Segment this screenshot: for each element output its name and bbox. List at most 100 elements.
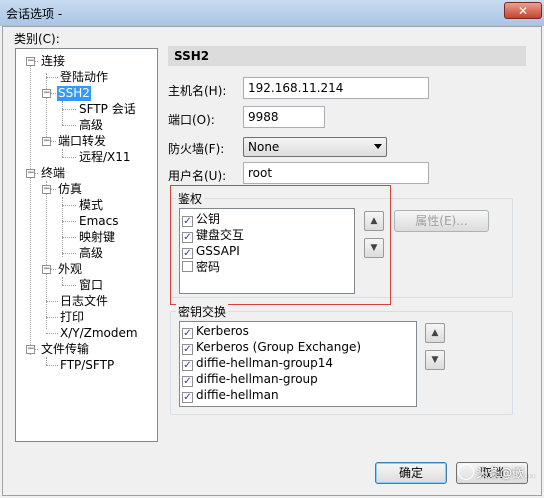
tree-item-login-actions[interactable]: 登陆动作 xyxy=(59,70,109,85)
tree-line xyxy=(62,285,76,286)
hostname-label: 主机名(H): xyxy=(168,84,227,98)
auth-list[interactable]: ✓ 公钥 ✓ 键盘交互 ✓ GSSAPI 密码 xyxy=(179,208,355,294)
collapse-icon[interactable]: − xyxy=(26,345,35,354)
tree-item-file-transfer[interactable]: 文件传输 xyxy=(40,342,90,357)
checkbox-checked[interactable]: ✓ xyxy=(182,328,193,339)
tree-line xyxy=(46,317,58,318)
collapse-icon[interactable]: − xyxy=(26,57,35,66)
tree-item-emulation-advanced[interactable]: 高级 xyxy=(78,246,104,261)
tree-item-ssh2[interactable]: SSH2 xyxy=(57,86,91,101)
collapse-icon[interactable]: − xyxy=(42,265,51,274)
tree-item-connection[interactable]: 连接 xyxy=(40,54,66,69)
checkbox-checked[interactable]: ✓ xyxy=(182,392,193,403)
auth-group-title: 鉴权 xyxy=(176,190,205,207)
tree-line xyxy=(62,149,63,157)
tree-item-modes[interactable]: 模式 xyxy=(78,198,104,213)
collapse-icon[interactable]: − xyxy=(42,137,51,146)
checkbox-unchecked[interactable] xyxy=(182,261,193,272)
list-item[interactable]: ✓ Kerberos (Group Exchange) xyxy=(182,339,361,355)
tree-line xyxy=(46,357,47,365)
list-item[interactable]: ✓ 公钥 xyxy=(182,211,220,227)
list-item[interactable]: ✓ diffie-hellman-group xyxy=(182,371,318,387)
tree-item-sftp-session[interactable]: SFTP 会话 xyxy=(78,102,137,117)
watermark: 头条@嵌... xyxy=(458,464,538,486)
collapse-icon[interactable]: − xyxy=(42,185,51,194)
panel-header: SSH2 xyxy=(168,46,526,66)
tree-item-terminal[interactable]: 终端 xyxy=(40,166,66,181)
kex-move-down-button[interactable]: ▼ xyxy=(425,350,445,370)
tree-line xyxy=(30,65,31,355)
checkbox-checked[interactable]: ✓ xyxy=(182,216,193,227)
tree-item-emacs[interactable]: Emacs xyxy=(78,214,119,229)
tree-item-remote-x11[interactable]: 远程/X11 xyxy=(78,150,132,165)
tree-line xyxy=(62,205,76,206)
panel-title: SSH2 xyxy=(174,49,210,63)
category-label: 类别(C): xyxy=(14,32,60,46)
checkbox-checked[interactable]: ✓ xyxy=(182,232,193,243)
tree-item-log-file[interactable]: 日志文件 xyxy=(59,294,109,309)
ok-button[interactable]: 确定 xyxy=(375,462,447,484)
tree-line xyxy=(62,101,63,125)
watermark-logo-icon xyxy=(458,464,474,480)
collapse-icon[interactable]: − xyxy=(42,89,51,98)
tree-line xyxy=(46,301,58,302)
tree-line xyxy=(62,157,76,158)
tree-item-xyzmodem[interactable]: X/Y/Zmodem xyxy=(59,326,139,341)
hostname-input[interactable]: 192.168.11.214 xyxy=(243,77,429,99)
tree-item-window[interactable]: 窗口 xyxy=(78,278,104,293)
title-bar: 会话选项 - ✕ xyxy=(0,0,544,26)
tree-item-ftp-sftp[interactable]: FTP/SFTP xyxy=(59,358,115,373)
tree-item-port-forwarding[interactable]: 端口转发 xyxy=(57,134,107,149)
kex-move-up-button[interactable]: ▲ xyxy=(425,323,445,343)
chevron-down-icon xyxy=(374,144,382,149)
checkbox-checked[interactable]: ✓ xyxy=(182,376,193,387)
collapse-icon[interactable]: − xyxy=(26,169,35,178)
tree-item-mapped-keys[interactable]: 映射键 xyxy=(78,230,116,245)
tree-line xyxy=(62,253,76,254)
firewall-label: 防火墙(F): xyxy=(168,142,225,156)
port-label: 端口(O): xyxy=(168,113,215,127)
properties-button[interactable]: 属性(E)... xyxy=(394,210,489,232)
arrow-up-icon: ▲ xyxy=(370,216,378,226)
kex-list[interactable]: ✓ Kerberos ✓ Kerberos (Group Exchange) ✓ di… xyxy=(179,321,417,407)
tree-line xyxy=(46,181,47,329)
tree-line xyxy=(46,333,58,334)
list-item[interactable]: ✓ Kerberos xyxy=(182,323,249,339)
username-input[interactable]: root xyxy=(243,162,429,184)
arrow-down-icon: ▼ xyxy=(370,243,378,253)
list-item[interactable]: ✓ 键盘交互 xyxy=(182,227,244,243)
tree-item-emulation[interactable]: 仿真 xyxy=(57,182,83,197)
tree-item-ssh-advanced[interactable]: 高级 xyxy=(78,118,104,133)
tree-line xyxy=(62,277,63,285)
close-button[interactable]: ✕ xyxy=(504,2,542,19)
window-title: 会话选项 - xyxy=(6,7,63,21)
move-up-button[interactable]: ▲ xyxy=(364,211,384,231)
checkbox-checked[interactable]: ✓ xyxy=(182,360,193,371)
checkbox-checked[interactable]: ✓ xyxy=(182,344,193,355)
move-down-button[interactable]: ▼ xyxy=(364,238,384,258)
tree-line xyxy=(62,221,76,222)
tree-line xyxy=(46,73,47,141)
tree-line xyxy=(46,365,58,366)
close-icon: ✕ xyxy=(517,4,529,18)
arrow-up-icon: ▲ xyxy=(431,328,439,338)
list-item[interactable]: ✓ diffie-hellman-group14 xyxy=(182,355,333,371)
kex-group-title: 密钥交换 xyxy=(176,303,229,320)
category-tree[interactable]: − − − − − − − 连接 登陆动作 SSH2 SFTP 会话 高级 端口… xyxy=(15,48,158,442)
list-item[interactable]: 密码 xyxy=(182,259,220,275)
tree-item-printing[interactable]: 打印 xyxy=(59,310,85,325)
tree-line xyxy=(62,109,76,110)
list-item[interactable]: ✓ GSSAPI xyxy=(182,243,240,259)
tree-item-appearance[interactable]: 外观 xyxy=(57,262,83,277)
tree-line xyxy=(62,197,63,257)
tree-line xyxy=(62,237,76,238)
firewall-select[interactable]: None xyxy=(243,137,387,157)
username-label: 用户名(U): xyxy=(168,169,227,183)
firewall-value: None xyxy=(248,140,280,154)
arrow-down-icon: ▼ xyxy=(431,355,439,365)
tree-line xyxy=(46,77,58,78)
port-input[interactable]: 9988 xyxy=(243,106,325,128)
tree-line xyxy=(62,125,76,126)
list-item[interactable]: ✓ diffie-hellman xyxy=(182,387,279,403)
checkbox-checked[interactable]: ✓ xyxy=(182,248,193,259)
